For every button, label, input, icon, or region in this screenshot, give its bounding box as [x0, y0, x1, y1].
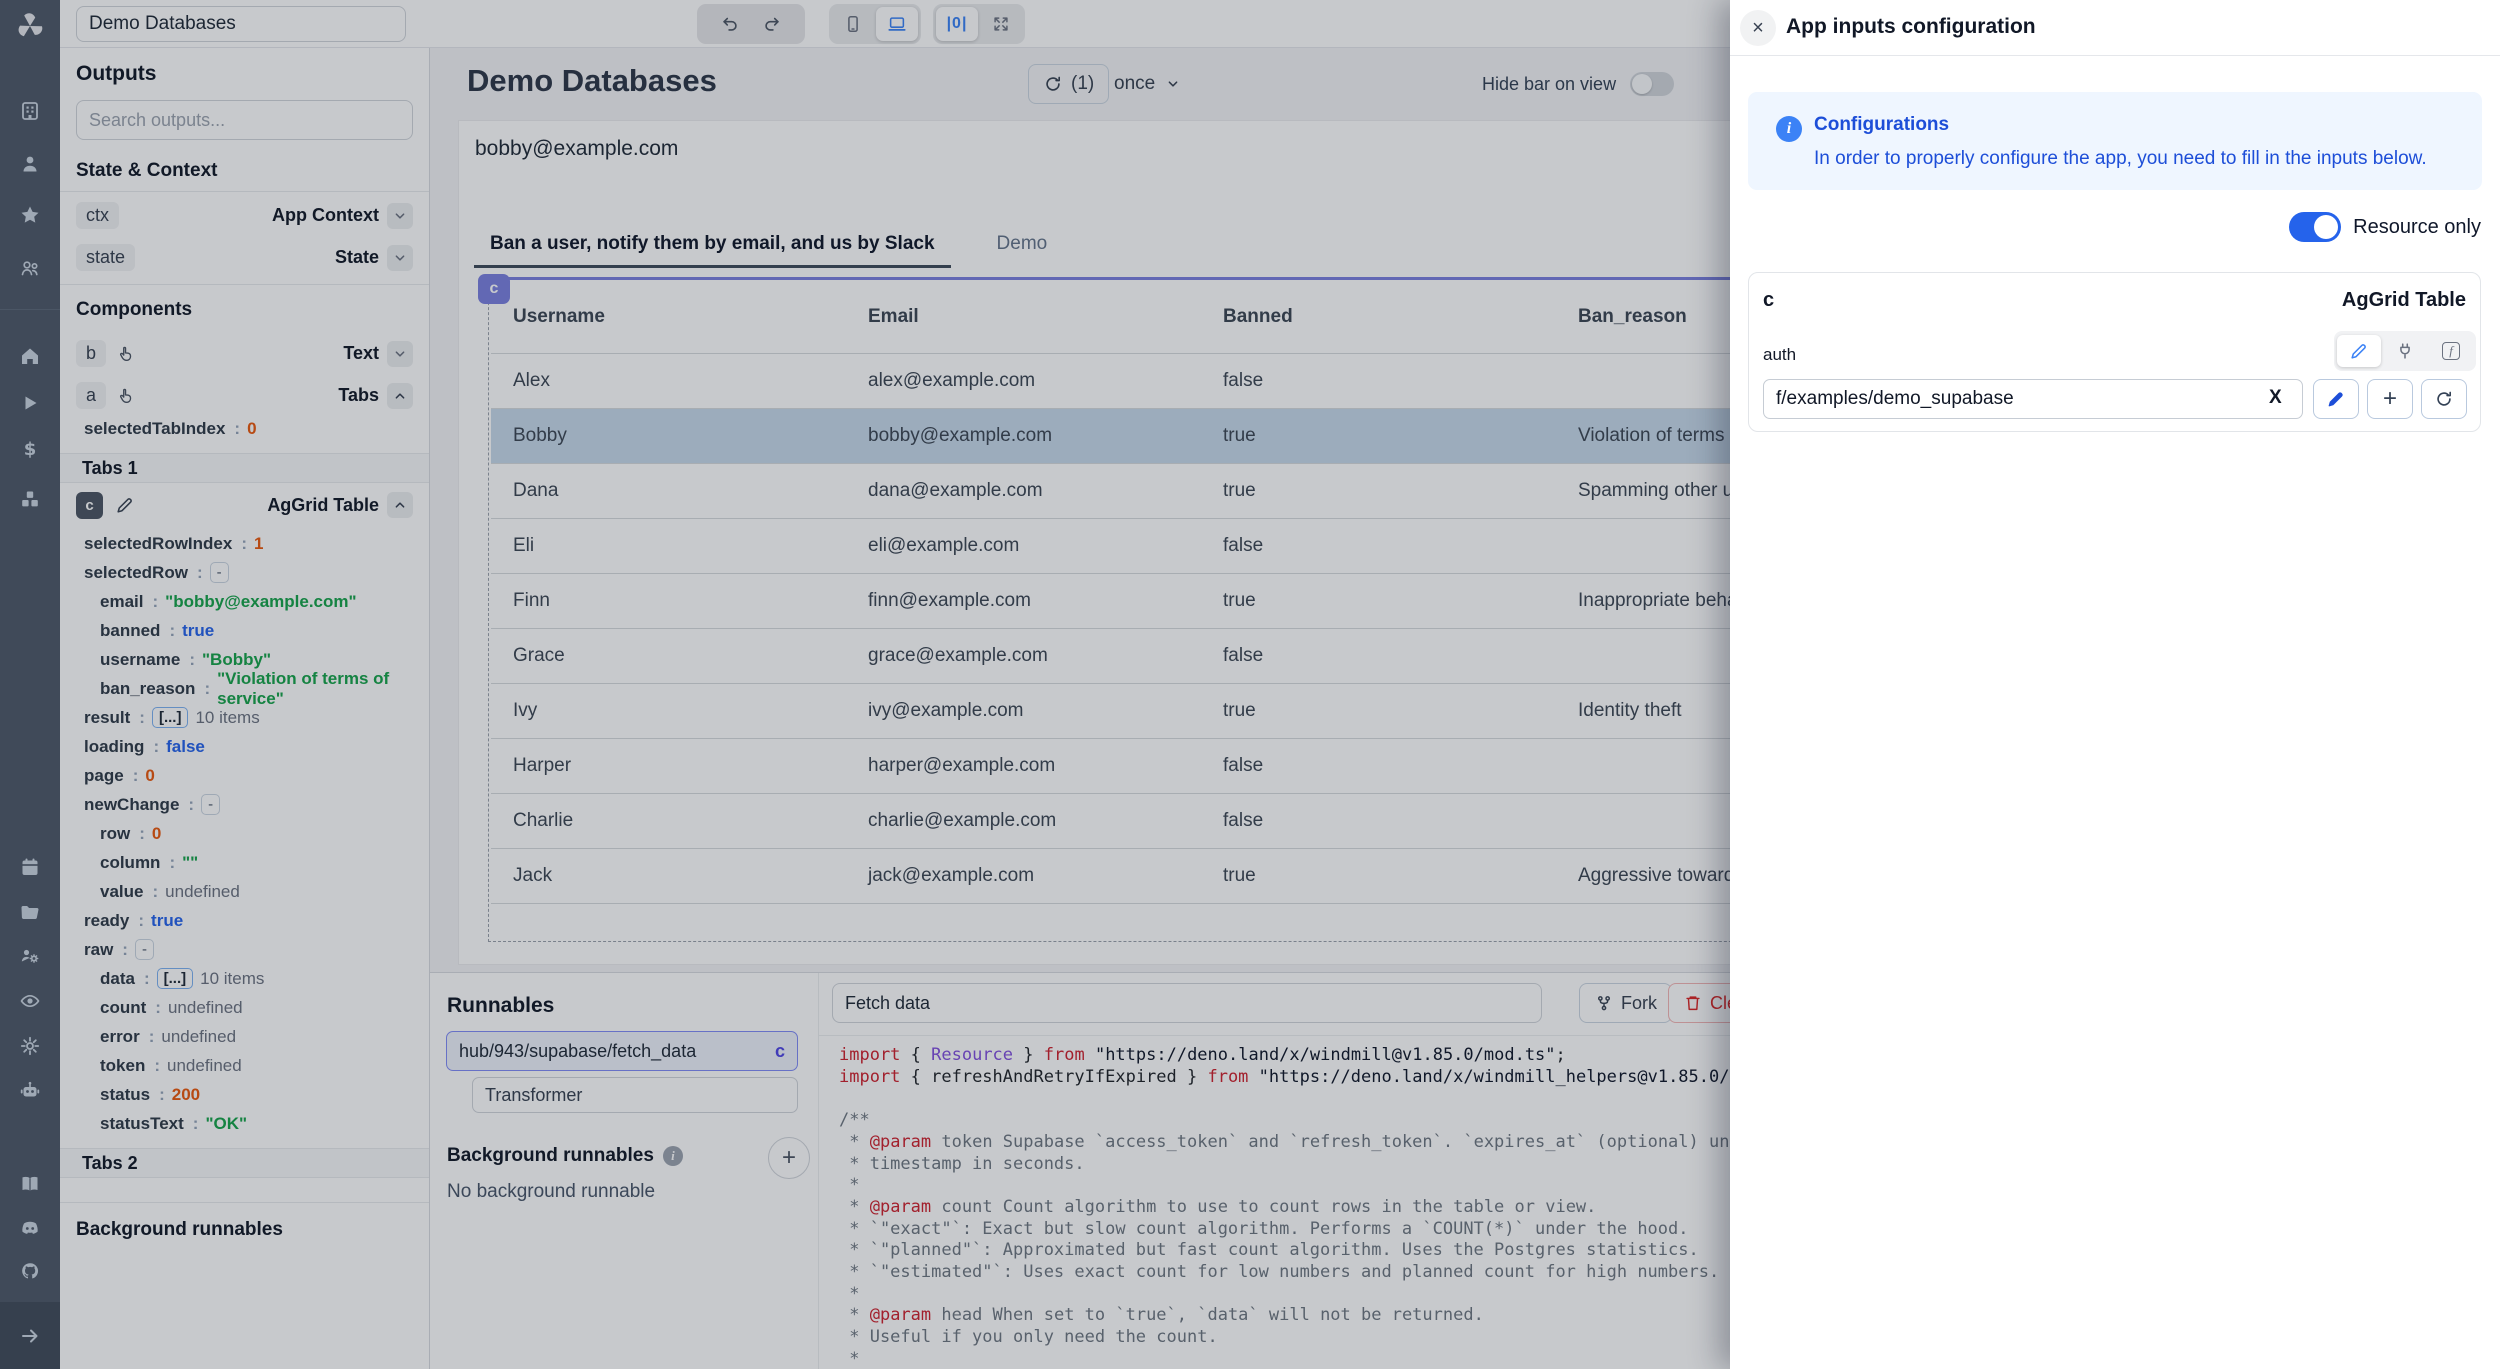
resource-only-label: Resource only — [2353, 216, 2481, 239]
edit-resource-button[interactable] — [2313, 379, 2359, 419]
close-icon[interactable]: × — [1740, 10, 1776, 46]
refresh-resource-button[interactable] — [2421, 379, 2467, 419]
app-root: $ |0| Outputs State & Context ctx App Co… — [0, 0, 2500, 1369]
pencil-icon — [2326, 389, 2346, 409]
drawer-header: × App inputs configuration — [1730, 0, 2500, 56]
input-mode-toolbar: f — [2334, 331, 2476, 371]
info-icon: i — [1776, 116, 1802, 142]
connect-mode-button[interactable] — [2383, 335, 2427, 367]
eval-mode-button[interactable]: f — [2429, 335, 2473, 367]
drawer-title: App inputs configuration — [1786, 15, 2036, 39]
resource-path-input[interactable] — [1763, 379, 2303, 419]
refresh-icon — [2434, 389, 2454, 409]
drawer-backdrop[interactable] — [0, 0, 1730, 1369]
auth-field-label: auth — [1763, 345, 1796, 365]
static-mode-button[interactable] — [2337, 335, 2381, 367]
component-id: c — [1763, 289, 1774, 312]
configurations-info-box: i Configurations In order to properly co… — [1748, 92, 2482, 190]
function-icon: f — [2442, 342, 2460, 360]
info-title: Configurations — [1814, 114, 1949, 136]
clear-input-icon[interactable]: X — [2269, 387, 2282, 409]
pencil-icon — [2349, 341, 2369, 361]
app-inputs-drawer: × App inputs configuration i Configurati… — [1730, 0, 2500, 1369]
component-input-card: c AgGrid Table auth f X + — [1748, 272, 2481, 432]
plug-icon — [2395, 341, 2415, 361]
component-type: AgGrid Table — [2342, 289, 2466, 312]
resource-only-toggle[interactable] — [2289, 212, 2341, 242]
resource-only-row: Resource only — [1730, 210, 2481, 244]
info-body: In order to properly configure the app, … — [1814, 148, 2427, 170]
add-resource-button[interactable]: + — [2367, 379, 2413, 419]
